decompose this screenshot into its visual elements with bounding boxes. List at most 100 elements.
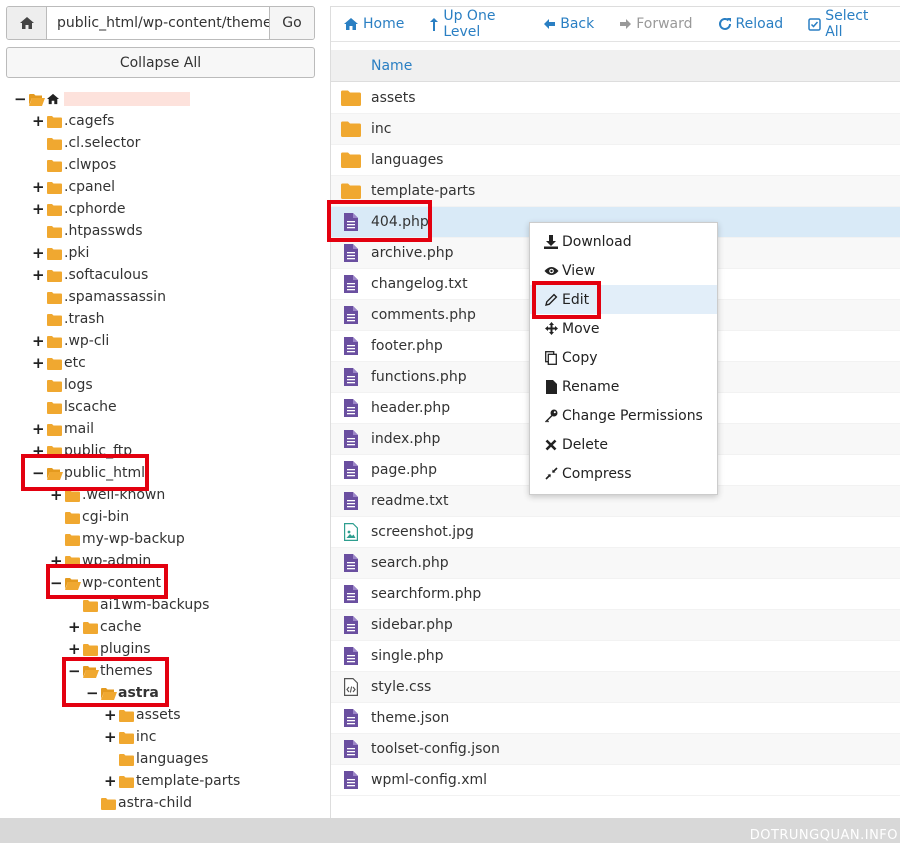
menu-item-rename[interactable]: Rename [530, 372, 717, 401]
tree-item-label: .clwpos [64, 157, 117, 173]
menu-item-change-permissions[interactable]: Change Permissions [530, 401, 717, 430]
tree-item[interactable]: + template-parts [104, 770, 240, 792]
tree-item[interactable]: .spamassassin [32, 286, 166, 308]
expand-icon[interactable]: + [32, 200, 45, 218]
menu-item-label: Rename [562, 378, 620, 395]
tree-item[interactable]: + .softaculous [32, 264, 148, 286]
tree-item[interactable]: + .cpanel [32, 176, 115, 198]
tree-item[interactable]: .cl.selector [32, 132, 140, 154]
file-name: footer.php [371, 338, 443, 354]
menu-item-label: Compress [562, 465, 632, 482]
file-row[interactable]: wpml-config.xml [331, 765, 900, 796]
select-all-button[interactable]: Select All [808, 8, 876, 40]
file-row[interactable]: search.php [331, 548, 900, 579]
folder-icon [47, 269, 62, 282]
file-row[interactable]: sidebar.php [331, 610, 900, 641]
tree-item[interactable]: + inc [104, 726, 156, 748]
tree-item-label: .cl.selector [64, 135, 141, 151]
highlight-box-themes-astra [62, 657, 169, 707]
expand-icon[interactable]: + [104, 706, 117, 724]
expand-icon[interactable]: + [32, 178, 45, 196]
expand-icon[interactable]: + [68, 618, 81, 636]
highlight-box-public-html [21, 454, 149, 491]
up-one-level-button[interactable]: Up One Level [429, 8, 518, 40]
file-row[interactable]: inc [331, 114, 900, 145]
expand-icon[interactable]: + [32, 354, 45, 372]
tree-item[interactable]: my-wp-backup [50, 528, 185, 550]
arrow-left-icon [543, 18, 556, 30]
expand-icon[interactable]: + [32, 244, 45, 262]
tree-item[interactable]: cgi-bin [50, 506, 129, 528]
tree-item-label: my-wp-backup [82, 531, 185, 547]
forward-button[interactable]: Forward [619, 16, 693, 32]
tree-item[interactable]: logs [32, 374, 93, 396]
file-row[interactable]: languages [331, 145, 900, 176]
expand-icon[interactable]: + [32, 266, 45, 284]
file-name: style.css [371, 679, 432, 695]
expand-icon[interactable]: + [104, 728, 117, 746]
expand-icon[interactable]: + [32, 420, 45, 438]
toolbar: Home Up One Level Back Forward Reload Se… [331, 7, 900, 42]
tree-item-label: .cpanel [64, 179, 115, 195]
tree-item[interactable]: + .wp-cli [32, 330, 109, 352]
file-row[interactable]: style.css [331, 672, 900, 703]
file-name: screenshot.jpg [371, 524, 474, 540]
menu-item-label: Download [562, 233, 632, 250]
tree-item-label: .pki [64, 245, 90, 261]
go-button[interactable]: Go [270, 7, 314, 39]
tree-item[interactable]: + .pki [32, 242, 89, 264]
expand-icon[interactable]: + [68, 640, 81, 658]
tree-item[interactable]: astra-child [86, 792, 192, 814]
tree-item[interactable]: + .cphorde [32, 198, 125, 220]
file-row[interactable]: assets [331, 83, 900, 114]
file-row[interactable]: single.php [331, 641, 900, 672]
file-row[interactable]: toolset-config.json [331, 734, 900, 765]
file-name: sidebar.php [371, 617, 453, 633]
menu-item-label: Copy [562, 349, 598, 366]
up-label: Up One Level [443, 8, 496, 40]
home-button[interactable]: Home [343, 16, 404, 32]
file-row[interactable]: searchform.php [331, 579, 900, 610]
tree-item[interactable]: + .cagefs [32, 110, 114, 132]
menu-item-compress[interactable]: Compress [530, 459, 717, 488]
expand-icon[interactable]: + [32, 332, 45, 350]
tree-item[interactable]: .trash [32, 308, 104, 330]
menu-item-label: Delete [562, 436, 608, 453]
file-icon [331, 709, 371, 727]
tree-item[interactable]: languages [104, 748, 208, 770]
tree-item[interactable]: + mail [32, 418, 94, 440]
file-name: page.php [371, 462, 438, 478]
tree-item[interactable]: .clwpos [32, 154, 116, 176]
tree-item[interactable]: .htpasswds [32, 220, 143, 242]
collapse-all-button[interactable]: Collapse All [6, 47, 315, 78]
back-button[interactable]: Back [543, 16, 594, 32]
file-row[interactable]: theme.json [331, 703, 900, 734]
menu-item-delete[interactable]: Delete [530, 430, 717, 459]
highlight-box-wp-content [46, 564, 168, 599]
expand-icon[interactable]: + [32, 112, 45, 130]
tree-item[interactable]: + etc [32, 352, 86, 374]
file-name: wpml-config.xml [371, 772, 488, 788]
menu-item-copy[interactable]: Copy [530, 343, 717, 372]
folder-icon [47, 115, 62, 128]
tree-item[interactable]: + assets [104, 704, 181, 726]
folder-icon [65, 511, 80, 524]
tree-item[interactable]: − [14, 88, 190, 110]
reload-button[interactable]: Reload [718, 16, 784, 32]
tree-item[interactable]: + cache [68, 616, 141, 638]
reload-label: Reload [735, 16, 784, 32]
file-row[interactable]: screenshot.jpg [331, 517, 900, 548]
file-icon [331, 771, 371, 789]
tree-item[interactable]: lscache [32, 396, 117, 418]
menu-item-download[interactable]: Download [530, 227, 717, 256]
path-input[interactable]: public_html/wp-content/theme [47, 7, 270, 39]
tree-item-label: lscache [64, 399, 117, 415]
expand-icon[interactable]: + [104, 772, 117, 790]
table-header-name[interactable]: Name [331, 50, 900, 82]
folder-icon [83, 599, 98, 612]
collapse-icon[interactable]: − [14, 90, 27, 108]
folder-icon [47, 247, 62, 260]
home-icon[interactable] [7, 7, 47, 39]
reload-icon [718, 17, 732, 31]
back-label: Back [560, 16, 595, 32]
